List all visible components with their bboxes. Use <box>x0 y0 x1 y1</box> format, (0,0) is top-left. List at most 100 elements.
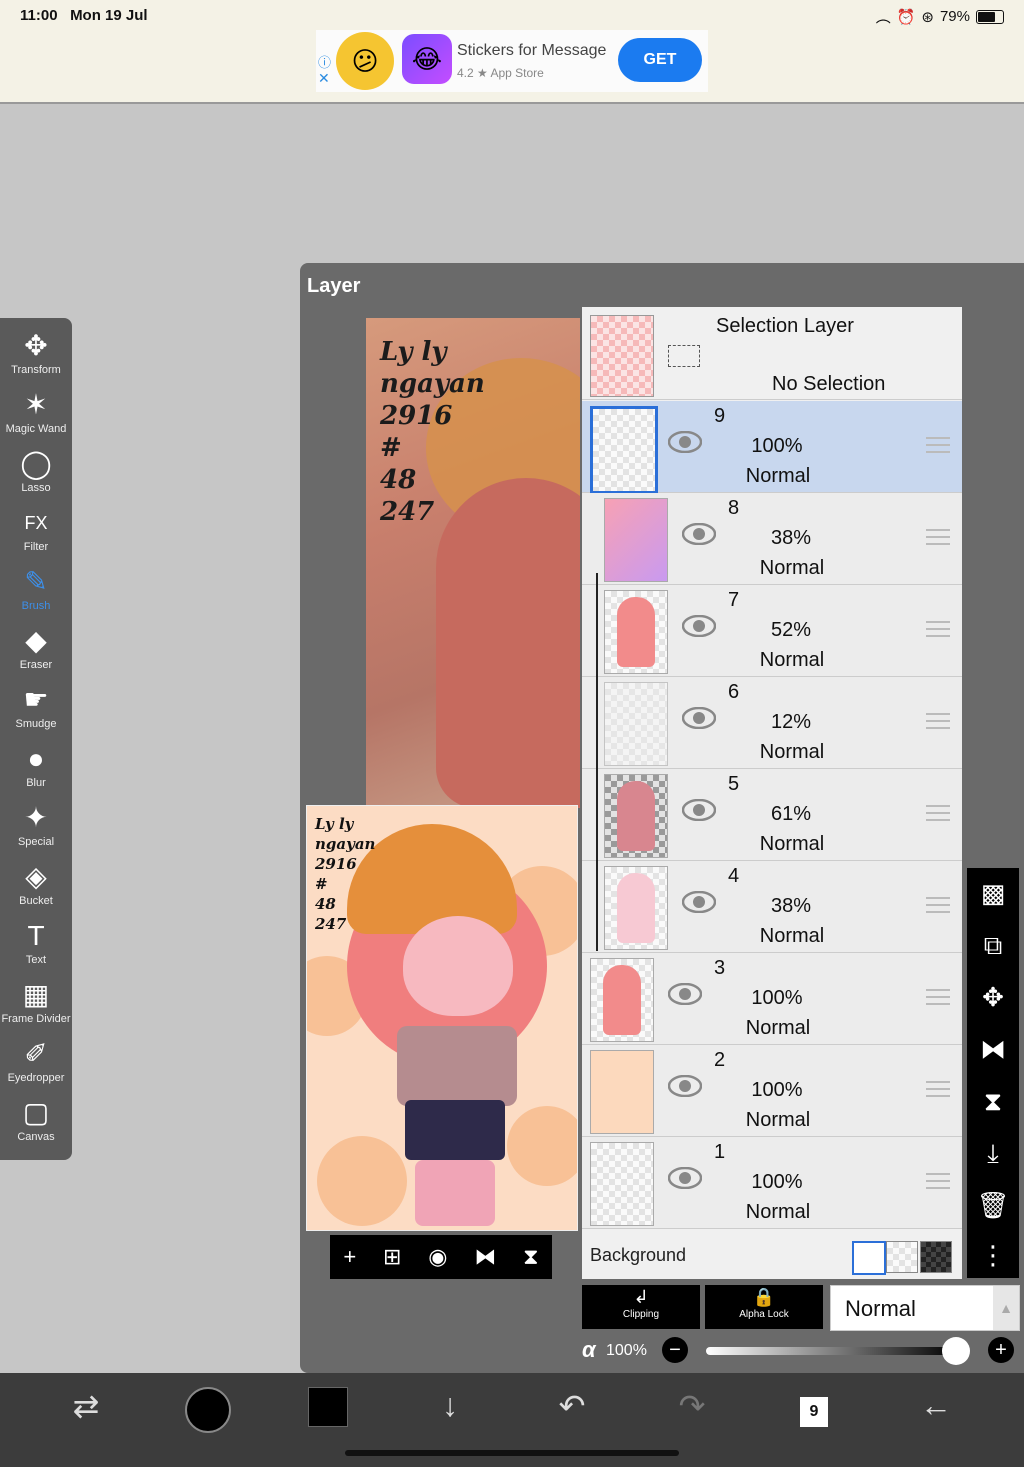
layer-action-bar: + ⊞ ◉ ⧓ ⧗ <box>330 1235 552 1279</box>
home-indicator <box>345 1450 679 1456</box>
layer-row[interactable]: 7 52% Normal <box>582 585 962 677</box>
brush-icon: ✎ <box>24 566 48 597</box>
handwriting-line: # <box>315 875 328 893</box>
tool-label: Lasso <box>21 482 51 494</box>
tool-text[interactable]: T Text <box>0 918 72 976</box>
eye-icon[interactable] <box>681 798 717 822</box>
flip-horizontal-icon[interactable]: ⧓ <box>474 1244 496 1270</box>
tool-label: Brush <box>21 600 51 612</box>
drag-handle-icon[interactable] <box>926 1173 950 1194</box>
eye-icon[interactable] <box>667 982 703 1006</box>
brush-size-indicator[interactable] <box>178 1387 238 1441</box>
arrow-down-icon[interactable]: ↓ <box>420 1387 480 1424</box>
layer-blend-mode: Normal <box>759 833 825 855</box>
layer-tool-rail: ▩ ⧉ ✥ ⧓ ⧗ ⤓ 🗑 ⋮ <box>967 868 1019 1278</box>
opacity-slider-knob[interactable] <box>942 1337 970 1365</box>
layer-row[interactable]: 6 12% Normal <box>582 677 962 769</box>
background-dark-check-swatch[interactable] <box>920 1241 952 1273</box>
artwork-thumbnail[interactable]: Ly ly ngayan 2916 #48 247 <box>306 805 578 1231</box>
drag-handle-icon[interactable] <box>926 713 950 734</box>
opacity-slider[interactable] <box>706 1347 958 1355</box>
background-light-check-swatch[interactable] <box>886 1241 918 1273</box>
tool-canvas[interactable]: ▢ Canvas <box>0 1095 72 1153</box>
more-icon[interactable]: ⋮ <box>967 1230 1019 1280</box>
ad-close-icon[interactable]: ✕ <box>318 70 330 87</box>
layer-row[interactable]: 5 61% Normal <box>582 769 962 861</box>
drag-handle-icon[interactable] <box>926 989 950 1010</box>
color-swatch[interactable] <box>298 1387 358 1435</box>
undo-icon[interactable]: ↶ <box>542 1387 602 1425</box>
drag-handle-icon[interactable] <box>926 529 950 550</box>
eye-icon[interactable] <box>667 430 703 454</box>
back-arrow-icon[interactable]: ← <box>906 1387 966 1424</box>
tool-filter[interactable]: FX Filter <box>0 505 72 563</box>
rotate-flip-icon[interactable]: ⧗ <box>967 1076 1019 1126</box>
tool-special[interactable]: ✦ Special <box>0 800 72 858</box>
tool-lasso[interactable]: ◯ Lasso <box>0 446 72 504</box>
layer-row[interactable]: 3 100% Normal <box>582 953 962 1045</box>
eye-icon[interactable] <box>681 706 717 730</box>
layer-row[interactable]: 8 38% Normal <box>582 493 962 585</box>
trash-icon[interactable]: 🗑 <box>967 1180 1019 1230</box>
increase-opacity-button[interactable]: + <box>988 1337 1014 1363</box>
alpha-lock-button[interactable]: 🔒 Alpha Lock <box>705 1285 823 1329</box>
layer-row[interactable]: 1 100% Normal <box>582 1137 962 1229</box>
tool-eyedropper[interactable]: ✐ Eyedropper <box>0 1036 72 1094</box>
text-icon: T <box>27 920 45 951</box>
drag-handle-icon[interactable] <box>926 897 950 918</box>
eye-icon[interactable] <box>681 614 717 638</box>
background-white-swatch[interactable] <box>852 1241 886 1275</box>
blend-mode-select[interactable]: Normal ▲ <box>830 1285 1020 1331</box>
flip-vertical-icon[interactable]: ⧗ <box>523 1244 538 1270</box>
handwriting-line: 247 <box>380 497 435 527</box>
camera-icon[interactable]: ◉ <box>428 1244 447 1270</box>
clipping-button[interactable]: ↲ Clipping <box>582 1285 700 1329</box>
battery-fill <box>978 11 996 22</box>
canvas-preview[interactable]: Ly ly ngayan 2916 #48 247 <box>366 318 580 808</box>
decrease-opacity-button[interactable]: − <box>662 1337 688 1363</box>
tool-bucket[interactable]: ◈ Bucket <box>0 859 72 917</box>
tool-smudge[interactable]: ☛ Smudge <box>0 682 72 740</box>
drag-handle-icon[interactable] <box>926 621 950 642</box>
layer-blend-mode: Normal <box>745 1201 811 1223</box>
layer-row[interactable]: 9 100% Normal <box>582 401 962 494</box>
tool-switch-icon[interactable]: ⇄ <box>56 1387 116 1425</box>
drag-handle-icon[interactable] <box>926 437 950 458</box>
layers-button[interactable]: 9 <box>784 1387 844 1427</box>
tool-eraser[interactable]: ◆ Eraser <box>0 623 72 681</box>
chevron-up-icon[interactable]: ▲ <box>993 1286 1019 1330</box>
tool-label: Canvas <box>17 1131 55 1143</box>
layer-thumbnail <box>604 498 668 582</box>
ad-get-button[interactable]: GET <box>618 38 702 82</box>
merge-down-icon[interactable]: ⤓ <box>967 1128 1019 1178</box>
eye-icon[interactable] <box>667 1166 703 1190</box>
drag-handle-icon[interactable] <box>926 805 950 826</box>
flip-icon[interactable]: ⧓ <box>967 1024 1019 1074</box>
redo-icon[interactable]: ↷ <box>662 1387 722 1425</box>
tool-frame-divider[interactable]: ▦ Frame Divider <box>0 977 72 1035</box>
checker-icon[interactable]: ▩ <box>967 868 1019 918</box>
layer-row[interactable]: 4 38% Normal <box>582 861 962 953</box>
eye-icon[interactable] <box>681 890 717 914</box>
layer-number: 8 <box>728 497 740 519</box>
handwriting-line: ngayan <box>380 369 485 399</box>
selection-layer-row[interactable]: Selection Layer No Selection <box>582 307 962 400</box>
tool-blur[interactable]: ● Blur <box>0 741 72 799</box>
layer-row[interactable]: 2 100% Normal <box>582 1045 962 1137</box>
eye-icon[interactable] <box>667 1074 703 1098</box>
tool-brush[interactable]: ✎ Brush <box>0 564 72 622</box>
move-icon[interactable]: ✥ <box>967 972 1019 1022</box>
eye-icon[interactable] <box>681 522 717 546</box>
tool-magic-wand[interactable]: ✶ Magic Wand <box>0 387 72 445</box>
background-row[interactable]: Background <box>582 1231 962 1279</box>
ad-banner[interactable]: ⓘ ✕ 😕 😂 Stickers for Message 4.2 ★ App S… <box>316 30 708 92</box>
ad-title: Stickers for Message <box>457 42 607 59</box>
ad-info-icon[interactable]: ⓘ <box>318 52 331 71</box>
tool-transform[interactable]: ✥ Transform <box>0 328 72 386</box>
drag-handle-icon[interactable] <box>926 1081 950 1102</box>
add-frame-layer-icon[interactable]: ⊞ <box>383 1244 401 1270</box>
add-layer-icon[interactable]: + <box>343 1244 356 1270</box>
layer-blend-mode: Normal <box>759 649 825 671</box>
transfer-layer-icon[interactable]: ⧉ <box>967 920 1019 970</box>
tool-label: Filter <box>23 541 49 553</box>
